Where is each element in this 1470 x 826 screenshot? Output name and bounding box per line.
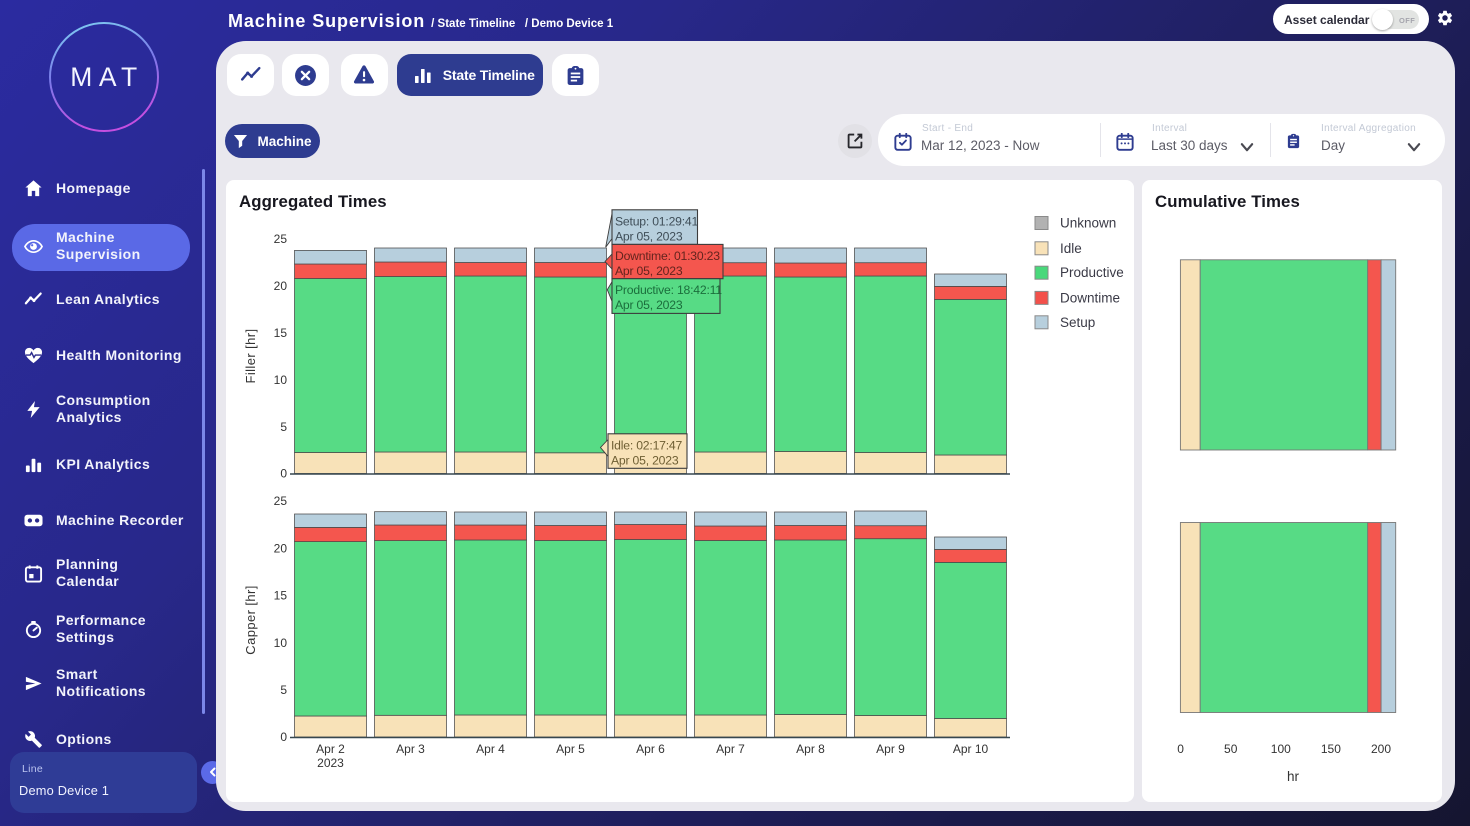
svg-text:Idle: 02:17:47: Idle: 02:17:47 bbox=[611, 438, 682, 452]
svg-text:Apr 10: Apr 10 bbox=[953, 742, 989, 756]
svg-text:Apr 05, 2023: Apr 05, 2023 bbox=[615, 298, 683, 312]
svg-text:2023: 2023 bbox=[317, 756, 344, 770]
svg-text:Productive: 18:42:11: Productive: 18:42:11 bbox=[615, 283, 722, 297]
svg-text:Apr 9: Apr 9 bbox=[876, 742, 905, 756]
svg-text:10: 10 bbox=[274, 373, 288, 387]
svg-text:25: 25 bbox=[274, 232, 288, 246]
svg-text:5: 5 bbox=[280, 420, 287, 434]
svg-text:Apr 7: Apr 7 bbox=[716, 742, 745, 756]
svg-text:200: 200 bbox=[1371, 742, 1391, 756]
svg-text:Idle: Idle bbox=[1060, 241, 1082, 256]
svg-text:Productive: Productive bbox=[1060, 265, 1124, 280]
svg-text:150: 150 bbox=[1321, 742, 1341, 756]
svg-text:15: 15 bbox=[274, 589, 288, 603]
svg-text:Filler [hr]: Filler [hr] bbox=[243, 329, 258, 384]
svg-text:25: 25 bbox=[274, 494, 288, 508]
svg-text:Downtime: Downtime bbox=[1060, 290, 1120, 305]
svg-text:100: 100 bbox=[1271, 742, 1291, 756]
svg-text:Setup: 01:29:41: Setup: 01:29:41 bbox=[615, 214, 698, 228]
svg-text:Apr 6: Apr 6 bbox=[636, 742, 665, 756]
svg-text:20: 20 bbox=[274, 279, 288, 293]
svg-text:Apr 3: Apr 3 bbox=[396, 742, 425, 756]
svg-text:Downtime: 01:30:23: Downtime: 01:30:23 bbox=[615, 249, 720, 263]
svg-text:Apr 05, 2023: Apr 05, 2023 bbox=[615, 229, 683, 243]
svg-text:Apr 2: Apr 2 bbox=[316, 742, 345, 756]
svg-text:Apr 5: Apr 5 bbox=[556, 742, 585, 756]
svg-text:15: 15 bbox=[274, 326, 288, 340]
svg-text:Capper [hr]: Capper [hr] bbox=[243, 585, 258, 654]
svg-text:Apr 05, 2023: Apr 05, 2023 bbox=[615, 264, 683, 278]
svg-text:0: 0 bbox=[1177, 742, 1184, 756]
svg-text:50: 50 bbox=[1224, 742, 1238, 756]
svg-text:Apr 05, 2023: Apr 05, 2023 bbox=[611, 453, 679, 467]
svg-text:Setup: Setup bbox=[1060, 315, 1095, 330]
svg-text:0: 0 bbox=[280, 467, 287, 481]
svg-text:MAT: MAT bbox=[70, 62, 143, 92]
svg-text:hr: hr bbox=[1287, 769, 1300, 784]
svg-text:5: 5 bbox=[280, 683, 287, 697]
svg-text:Apr 8: Apr 8 bbox=[796, 742, 825, 756]
svg-text:0: 0 bbox=[280, 730, 287, 744]
svg-text:10: 10 bbox=[274, 636, 288, 650]
svg-text:Unknown: Unknown bbox=[1060, 216, 1116, 231]
svg-text:Apr 4: Apr 4 bbox=[476, 742, 505, 756]
svg-text:20: 20 bbox=[274, 541, 288, 555]
